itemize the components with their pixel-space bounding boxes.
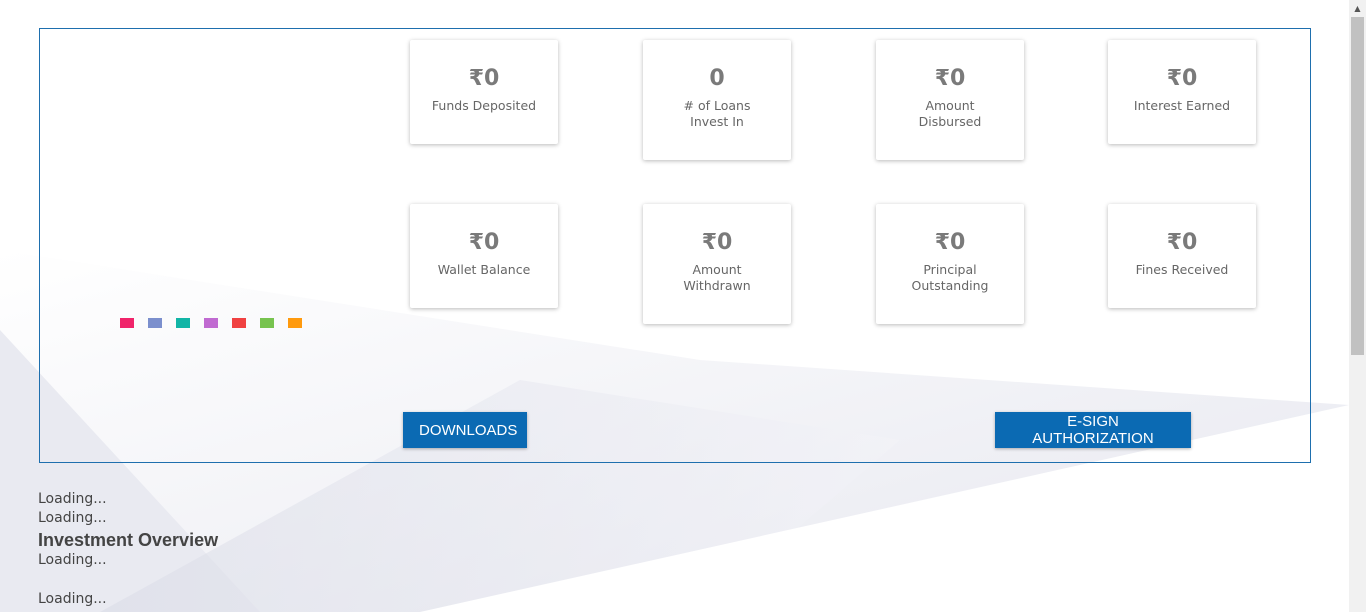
legend-swatch: [260, 318, 274, 328]
stat-card-fines-received: ₹0 Fines Received: [1108, 204, 1256, 308]
vertical-scrollbar[interactable]: ▲: [1349, 0, 1366, 612]
stat-label: Interest Earned: [1133, 98, 1231, 113]
stat-label: Principal Outstanding: [911, 262, 989, 293]
stat-label: Wallet Balance: [437, 262, 531, 277]
stat-card-amount-withdrawn: ₹0 Amount Withdrawn: [643, 204, 791, 324]
stat-value: ₹0: [1166, 66, 1198, 91]
stat-value: ₹0: [701, 230, 733, 255]
stat-value: 0: [709, 66, 725, 91]
legend-swatch: [288, 318, 302, 328]
stat-value: ₹0: [468, 66, 500, 91]
stat-card-wallet-balance: ₹0 Wallet Balance: [410, 204, 558, 308]
legend-swatch: [120, 318, 134, 328]
stat-label: Amount Withdrawn: [683, 262, 751, 293]
stat-label: Amount Disbursed: [918, 98, 982, 129]
stat-value: ₹0: [934, 230, 966, 255]
chart-legend: [120, 318, 302, 328]
stat-label: Fines Received: [1135, 262, 1229, 277]
stat-card-interest-earned: ₹0 Interest Earned: [1108, 40, 1256, 144]
stat-label: Funds Deposited: [431, 98, 537, 113]
stat-card-funds-deposited: ₹0 Funds Deposited: [410, 40, 558, 144]
loading-text-2: Loading...: [38, 510, 107, 526]
dashboard-panel: ₹0 Funds Deposited 0 # of Loans Invest I…: [39, 28, 1311, 463]
stat-card-loans-invested: 0 # of Loans Invest In: [643, 40, 791, 160]
loading-text-1: Loading...: [38, 491, 107, 507]
investment-overview-heading: Investment Overview: [38, 530, 219, 550]
legend-swatch: [204, 318, 218, 328]
loading-text-4: Loading...: [38, 591, 107, 607]
legend-swatch: [176, 318, 190, 328]
stat-label: # of Loans Invest In: [683, 98, 751, 129]
downloads-button[interactable]: DOWNLOADS: [403, 412, 527, 448]
legend-swatch: [232, 318, 246, 328]
legend-swatch: [148, 318, 162, 328]
stat-value: ₹0: [934, 66, 966, 91]
stat-card-amount-disbursed: ₹0 Amount Disbursed: [876, 40, 1024, 160]
loading-text-3: Loading...: [38, 552, 107, 568]
stat-value: ₹0: [1166, 230, 1198, 255]
esign-authorization-button[interactable]: E-SIGN AUTHORIZATION: [995, 412, 1191, 448]
stat-value: ₹0: [468, 230, 500, 255]
stat-card-principal-outstanding: ₹0 Principal Outstanding: [876, 204, 1024, 324]
scrollbar-thumb[interactable]: [1351, 17, 1364, 355]
scroll-up-arrow-icon[interactable]: ▲: [1349, 0, 1366, 17]
